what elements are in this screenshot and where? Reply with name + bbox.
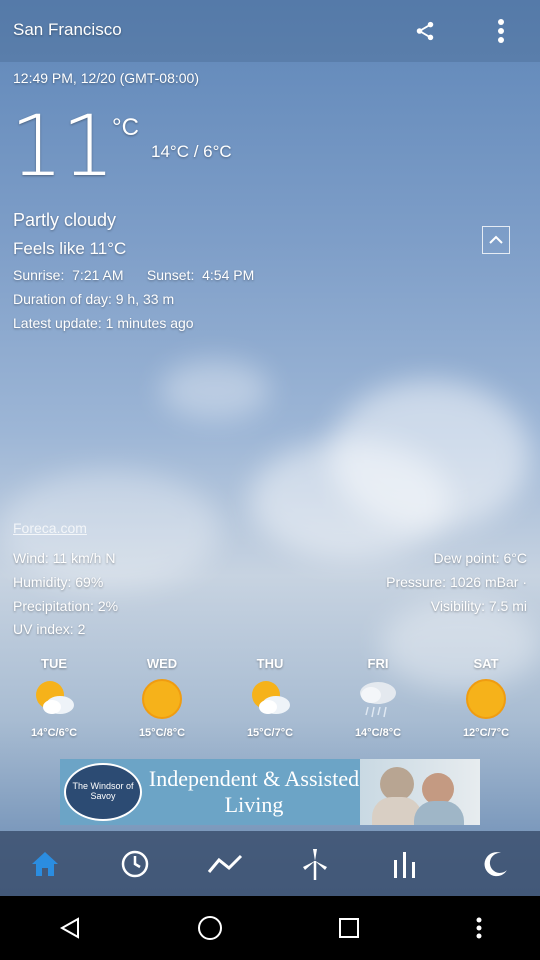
forecast-temp: 14°C/6°C [30, 727, 78, 739]
humidity-value: 69% [75, 574, 104, 590]
feels-like: Feels like 11°C [13, 239, 127, 258]
wind-value: 11 km/h N [52, 550, 116, 566]
back-icon[interactable] [58, 916, 82, 940]
home-circle-icon[interactable] [197, 915, 223, 941]
forecast-day-name: SAT [473, 656, 499, 671]
uv-label: UV index: [13, 621, 74, 637]
precipitation-row: Precipitation: 2% [13, 598, 118, 614]
ad-logo: The Windsor of Savoy [64, 763, 142, 821]
precipitation-label: Precipitation: [13, 598, 94, 614]
wind-label: Wind: [13, 550, 49, 566]
pressure-row: Pressure: 1026 mBar · [386, 574, 527, 590]
city-name[interactable]: San Francisco [13, 20, 122, 40]
forecast-day-fri[interactable]: FRI 14°C/8°C [338, 656, 418, 739]
chart-line-icon [207, 854, 243, 873]
uv-value: 2 [77, 621, 86, 637]
visibility-row: Visibility: 7.5 mi [431, 598, 527, 614]
sunset-value: 4:54 PM [202, 267, 255, 283]
duration-label: Duration of day: [13, 291, 112, 307]
forecast-day-thu[interactable]: THU 15°C/7°C [230, 656, 310, 739]
forecast-day-name: WED [146, 656, 178, 671]
ad-image [360, 759, 480, 825]
bottom-nav [0, 831, 540, 896]
sunny-icon [464, 677, 508, 721]
update-value: 1 minutes ago [105, 315, 194, 331]
system-nav-bar [0, 896, 540, 960]
nav-moon[interactable] [450, 831, 540, 896]
forecast-temp: 15°C/8°C [138, 727, 186, 739]
top-bar: San Francisco [0, 0, 540, 62]
ad-text: Independent & Assisted Living [148, 766, 360, 817]
dew-point-label: Dew point: [433, 550, 500, 566]
forecast-temp: 12°C/7°C [462, 727, 510, 739]
date-time: 12:49 PM, 12/20 (GMT-08:00) [13, 70, 199, 86]
more-options-button[interactable] [484, 14, 518, 48]
temperature-unit: °C [112, 114, 139, 141]
dew-point-value: 6°C [503, 550, 528, 566]
sunrise-value: 7:21 AM [72, 267, 124, 283]
source-link[interactable]: Foreca.com [13, 520, 87, 536]
humidity-label: Humidity: [13, 574, 72, 590]
humidity-row: Humidity: 69% [13, 574, 103, 590]
forecast-day-tue[interactable]: TUE 14°C/6°C [14, 656, 94, 739]
nav-home[interactable] [0, 831, 90, 896]
share-icon [416, 21, 434, 41]
ad-banner[interactable]: The Windsor of Savoy Independent & Assis… [60, 759, 480, 825]
recents-icon[interactable] [338, 917, 360, 939]
pressure-label: Pressure: [386, 574, 447, 590]
nav-graph[interactable] [180, 831, 270, 896]
sunset-label: Sunset: [146, 267, 195, 283]
forecast-day-sat[interactable]: SAT 12°C/7°C [446, 656, 526, 739]
clock-icon [121, 850, 149, 877]
collapse-button[interactable] [482, 226, 510, 254]
uv-row: UV index: 2 [13, 621, 85, 637]
chevron-up-icon [489, 235, 503, 244]
nav-hourly[interactable] [90, 831, 180, 896]
forecast-day-name: TUE [41, 656, 67, 671]
nav-bars[interactable] [360, 831, 450, 896]
forecast-temp: 15°C/7°C [246, 727, 294, 739]
partly-cloudy-icon [32, 677, 76, 721]
sunny-icon [140, 677, 184, 721]
latest-update: Latest update: 1 minutes ago [13, 315, 194, 331]
forecast-day-wed[interactable]: WED 15°C/8°C [122, 656, 202, 739]
share-button[interactable] [408, 14, 442, 48]
visibility-label: Visibility: [430, 598, 485, 614]
condition-text: Partly cloudy [13, 210, 117, 230]
more-vertical-icon[interactable] [475, 916, 483, 940]
wind-turbine-icon [303, 848, 327, 880]
sunrise-label: Sunrise: [13, 267, 65, 283]
day-duration: Duration of day: 9 h, 33 m [13, 291, 174, 307]
home-icon [32, 851, 58, 876]
moon-icon [484, 851, 507, 876]
rain-icon [356, 677, 400, 721]
forecast-day-name: FRI [367, 656, 389, 671]
duration-value: 9 h, 33 m [115, 291, 175, 307]
current-temperature: 11 [10, 97, 115, 195]
forecast-temp: 14°C/8°C [354, 727, 402, 739]
update-label: Latest update: [13, 315, 102, 331]
forecast-day-name: THU [256, 656, 284, 671]
pressure-value: 1026 mBar · [449, 574, 527, 590]
wind-row: Wind: 11 km/h N [13, 550, 115, 566]
sun-times: Sunrise: 7:21 AM Sunset: 4:54 PM [13, 267, 254, 283]
partly-cloudy-icon [248, 677, 292, 721]
precipitation-value: 2% [97, 598, 119, 614]
more-vertical-icon [498, 19, 504, 43]
nav-wind[interactable] [270, 831, 360, 896]
dew-point-row: Dew point: 6°C [433, 550, 527, 566]
high-low-temperature: 14°C / 6°C [151, 142, 232, 161]
bar-chart-icon [394, 851, 415, 878]
visibility-value: 7.5 mi [488, 598, 527, 614]
